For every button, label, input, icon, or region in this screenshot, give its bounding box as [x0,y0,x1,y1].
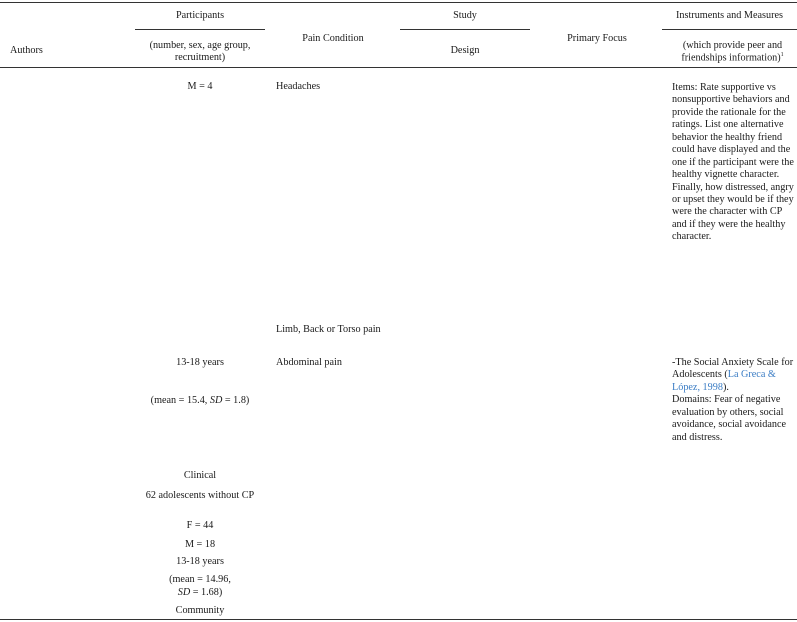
header-authors: Authors [10,45,43,56]
instruments-sub-text: (which provide peer and friendships info… [681,40,783,64]
participants-cell: M = 4 [187,81,213,92]
sd-value: = 1.8) [222,395,250,406]
participants-span-rule [135,29,265,30]
participants-cell: Clinical [183,470,217,481]
participants-cell: 13-18 years [176,556,224,567]
mean-text: (mean = 15.4, [150,395,210,406]
participants-cell: SD = 1.68) [135,587,265,599]
participants-cell: M = 18 [184,539,216,550]
sd-value: = 1.68) [190,587,223,598]
participants-cell: 13-18 years [176,357,224,368]
pain-condition-cell: Headaches [276,81,321,92]
instrument-text-end: ). [722,381,729,393]
header-bottom-rule [0,67,797,68]
header-participants: Participants [175,10,225,21]
participants-cell: Community [175,605,225,616]
header-instruments-sub: (which provide peer and friendships info… [670,40,795,65]
header-primary-focus: Primary Focus [567,33,627,44]
instruments-span-rule [662,29,797,30]
table-top-rule [0,2,797,3]
sd-label: SD [209,395,223,406]
pain-condition-cell: Limb, Back or Torso pain [276,324,381,335]
participants-cell: (mean = 14.96, [169,574,231,585]
instruments-cell: Items: Rate supportive vs nonsupportive … [672,82,794,243]
pain-condition-cell: Abdominal pain [276,357,342,368]
header-pain-condition: Pain Condition [302,33,364,44]
instruments-footnote-marker: 1 [780,52,784,59]
participants-cell: 62 adolescents without CP [145,490,255,501]
header-design: Design [450,45,480,56]
study-span-rule [400,29,530,30]
sd-label: SD [177,587,191,598]
header-participants-sub: (number, sex, age group, recruitment) [149,40,251,64]
participants-cell: F = 44 [186,520,214,531]
instrument-domains: Domains: Fear of negative evaluation by … [672,394,786,443]
table-bottom-rule [0,619,797,620]
header-instruments: Instruments and Measures [676,10,783,21]
instruments-cell: -The Social Anxiety Scale for Adolescent… [672,357,794,444]
participants-cell: (mean = 15.4, SD = 1.8) [135,395,265,407]
header-study: Study [453,10,477,21]
